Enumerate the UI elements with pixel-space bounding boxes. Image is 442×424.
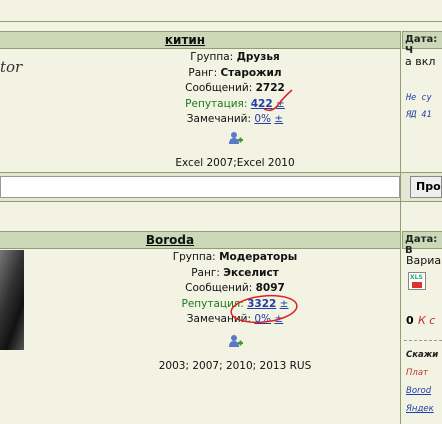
post2-rank-row: Ранг: Экселист: [191, 266, 279, 279]
post2-right-zero: 0: [406, 314, 414, 327]
post1-group-value: Друзья: [236, 51, 280, 63]
xls-file-icon[interactable]: XLS: [408, 272, 426, 290]
post2-group-value: Модераторы: [219, 251, 298, 263]
column-separator: [400, 31, 402, 424]
post1-messages-row: Сообщений: 2722: [185, 82, 285, 94]
post2-avatar: [0, 250, 24, 350]
add-friend-icon[interactable]: [228, 333, 244, 349]
post2-sig-line2: Плат: [406, 368, 428, 378]
post1-excel-versions: Excel 2007;Excel 2010: [175, 157, 295, 169]
post1-userinfo: Группа: Друзья Ранг: Старожил Сообщений:…: [130, 50, 340, 128]
add-friend-icon[interactable]: [228, 130, 244, 146]
post2-group-row: Группа: Модераторы: [172, 251, 298, 263]
post1-group-row: Группа: Друзья: [190, 51, 280, 63]
post2-sig-line1: Скажи: [406, 350, 439, 360]
post2-sig-line3[interactable]: Borod: [406, 386, 431, 396]
post1-rank-value: Старожил: [220, 66, 282, 79]
post2-right-red: К с: [418, 314, 436, 327]
post2-username[interactable]: Boroda: [110, 233, 230, 247]
annotation-ellipse: [230, 294, 298, 324]
post1-username[interactable]: китин: [120, 33, 250, 47]
post1-footer-box: [0, 176, 400, 198]
post1-profile-button[interactable]: Про: [410, 176, 442, 198]
annotation-checkmark: [263, 89, 293, 112]
post1-rank-row: Ранг: Старожил: [188, 66, 282, 79]
post2-rank-value: Экселист: [223, 266, 279, 279]
top-separator: [0, 0, 442, 22]
post1-date-label: Дата: Ч: [405, 34, 438, 56]
post1-right-italic2: ЯД 41: [406, 110, 432, 120]
post1-reputation-row: Репутация: 422 ±: [185, 97, 285, 110]
post2-date-label: Дата: В: [405, 234, 438, 256]
post2-right-text: Вариа: [406, 254, 442, 267]
post1-right-text: а вкл: [405, 55, 436, 68]
post2-sig-line4[interactable]: Яндек: [406, 404, 434, 414]
post1-avatar: tor: [0, 58, 23, 76]
post2-excel-versions: 2003; 2007; 2010; 2013 RUS: [158, 360, 312, 372]
post1-warnings-row: Замечаний: 0% ±: [186, 113, 284, 125]
post1-right-italic1: Не су: [406, 93, 432, 103]
post2-signature-divider: [404, 340, 442, 341]
